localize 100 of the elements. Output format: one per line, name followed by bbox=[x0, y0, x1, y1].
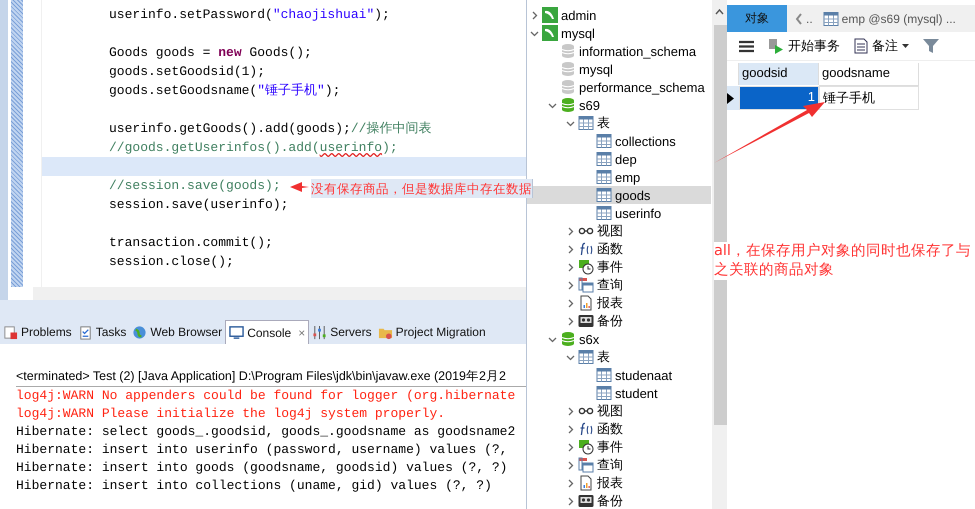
query-icon bbox=[578, 457, 594, 473]
monitor-icon bbox=[229, 325, 244, 340]
view-tab[interactable]: Console × bbox=[225, 320, 310, 344]
code-line: userinfo.setPassword("chaojishuai"); bbox=[108, 6, 390, 24]
play-icon bbox=[768, 38, 784, 54]
code-line: //goods.getUserinfos().add(userinfo); bbox=[108, 139, 398, 157]
tree-item[interactable]: mysql bbox=[527, 24, 711, 42]
view-tab[interactable]: Tasks bbox=[74, 320, 130, 344]
database-icon bbox=[560, 61, 576, 77]
tree-item[interactable]: studenaat bbox=[527, 366, 711, 384]
database-icon bbox=[560, 79, 576, 95]
table-cell[interactable]: 1 bbox=[739, 86, 819, 110]
begin-transaction-button[interactable]: 开始事务 bbox=[768, 37, 840, 55]
report-icon bbox=[578, 295, 594, 311]
view-tab[interactable]: Problems bbox=[0, 320, 75, 344]
function-icon bbox=[578, 241, 594, 257]
console-line: Hibernate: select goods_.goodsid, goods_.goodsname as goodsname2 bbox=[16, 423, 516, 441]
tree-item[interactable]: collections bbox=[527, 132, 711, 150]
globe-icon bbox=[132, 324, 148, 340]
filter-icon[interactable] bbox=[923, 38, 939, 54]
table-icon bbox=[596, 133, 612, 149]
tab[interactable]: .. bbox=[793, 5, 815, 32]
table-icon bbox=[596, 205, 612, 221]
code-line: transaction.commit(); bbox=[108, 234, 273, 252]
tree-item[interactable]: 查询 bbox=[527, 276, 711, 294]
tab[interactable]: emp @s69 (mysql) ... bbox=[820, 5, 958, 32]
tree-item[interactable]: performance_schema bbox=[527, 78, 711, 96]
annotation-text: 没有保存商品，但是数据库中存在数据 bbox=[311, 179, 533, 198]
function-icon bbox=[578, 421, 594, 437]
tree-item[interactable]: 查询 bbox=[527, 456, 711, 474]
document-icon bbox=[854, 38, 868, 54]
clipboard-icon bbox=[78, 324, 93, 340]
console-line: log4j:WARN Please initialize the log4j system properly. bbox=[16, 405, 446, 423]
close-button[interactable]: × bbox=[298, 326, 306, 340]
tree-item[interactable]: s6x bbox=[527, 330, 711, 348]
tree-item[interactable]: 视图 bbox=[527, 402, 711, 420]
report-icon bbox=[578, 475, 594, 491]
view-tab[interactable]: Servers bbox=[309, 320, 375, 344]
tree-item[interactable]: 事件 bbox=[527, 258, 711, 276]
console-line: Hibernate: insert into userinfo (password, username) values (?, bbox=[16, 441, 508, 459]
table-icon bbox=[578, 349, 594, 365]
table-icon bbox=[822, 10, 839, 26]
query-icon bbox=[578, 277, 594, 293]
tree-item[interactable]: information_schema bbox=[527, 42, 711, 60]
code-line: Goods goods = new Goods(); bbox=[108, 44, 312, 62]
tree-item[interactable]: 事件 bbox=[527, 438, 711, 456]
table-icon bbox=[578, 115, 594, 131]
tree-item[interactable]: 函数 bbox=[527, 420, 711, 438]
tree-item[interactable]: 备份 bbox=[527, 312, 711, 330]
tree-item[interactable]: 报表 bbox=[527, 474, 711, 492]
console-line: Hibernate: insert into collections (uname, gid) values (?, ?) bbox=[16, 477, 493, 495]
table-icon bbox=[596, 187, 612, 203]
annotation-arrow bbox=[290, 182, 309, 192]
database-icon bbox=[560, 97, 576, 113]
console-header: <terminated> Test (2) [Java Application] D:\Program Files\jdk\bin\javaw.exe (2019年2月2 bbox=[16, 368, 526, 387]
column-header[interactable]: goodsname bbox=[819, 63, 919, 86]
scroll-up-icon[interactable] bbox=[715, 8, 724, 15]
console-line: log4j:WARN No appenders could be found for logger (org.hibernate bbox=[16, 387, 516, 405]
table-icon bbox=[596, 385, 612, 401]
tree-item[interactable]: 备份 bbox=[527, 492, 711, 509]
code-line: userinfo.getGoods().add(goods);//操作中间表 bbox=[108, 120, 432, 138]
tree-item[interactable]: userinfo bbox=[527, 204, 711, 222]
tree-item[interactable]: student bbox=[527, 384, 711, 402]
tape-icon bbox=[578, 313, 594, 329]
code-line: //session.save(goods); bbox=[108, 177, 281, 195]
tree-item[interactable]: mysql bbox=[527, 60, 711, 78]
note-button[interactable]: 备注 bbox=[854, 37, 909, 55]
tape-icon bbox=[578, 493, 594, 509]
caret-icon bbox=[902, 44, 909, 48]
tree-item[interactable]: s69 bbox=[527, 96, 711, 114]
column-header[interactable]: goodsid bbox=[739, 63, 819, 85]
tab[interactable]: 对象 bbox=[727, 5, 787, 32]
view-tab[interactable]: Web Browser bbox=[129, 320, 226, 344]
horizontal-scrollbar[interactable] bbox=[33, 287, 526, 300]
tree-item[interactable]: dep bbox=[527, 150, 711, 168]
tree-item[interactable]: 表 bbox=[527, 348, 711, 366]
view-tab[interactable]: Project Migration bbox=[374, 320, 489, 344]
problems-icon bbox=[3, 324, 18, 340]
tree-item[interactable]: 函数 bbox=[527, 240, 711, 258]
table-icon bbox=[596, 151, 612, 167]
console-line: Hibernate: insert into goods (goodsname, goodsid) values (?, ?) bbox=[16, 459, 508, 477]
annotation-text: all，在保存用户对象的同时也保存了与之关联的商品对象 bbox=[714, 242, 973, 280]
code-line: session.close(); bbox=[108, 253, 234, 271]
code-line: goods.setGoodsid(1); bbox=[108, 63, 266, 81]
row-pointer-icon bbox=[727, 92, 734, 104]
database-icon bbox=[560, 43, 576, 59]
chevron-left-icon[interactable] bbox=[795, 12, 803, 24]
sliders-icon bbox=[312, 324, 328, 340]
code-line: goods.setGoodsname("锤子手机"); bbox=[108, 82, 340, 100]
table-icon bbox=[596, 169, 612, 185]
tree-item[interactable]: admin bbox=[527, 6, 711, 24]
menu-icon[interactable] bbox=[739, 40, 754, 52]
clock-icon bbox=[578, 259, 594, 275]
table-icon bbox=[596, 367, 612, 383]
tree-item[interactable]: 视图 bbox=[527, 222, 711, 240]
database-icon bbox=[560, 331, 576, 347]
code-line: session.save(userinfo); bbox=[108, 196, 288, 214]
tree-item[interactable]: 表 bbox=[527, 114, 711, 132]
tree-item[interactable]: 报表 bbox=[527, 294, 711, 312]
table-cell[interactable]: 锤子手机 bbox=[819, 86, 919, 110]
